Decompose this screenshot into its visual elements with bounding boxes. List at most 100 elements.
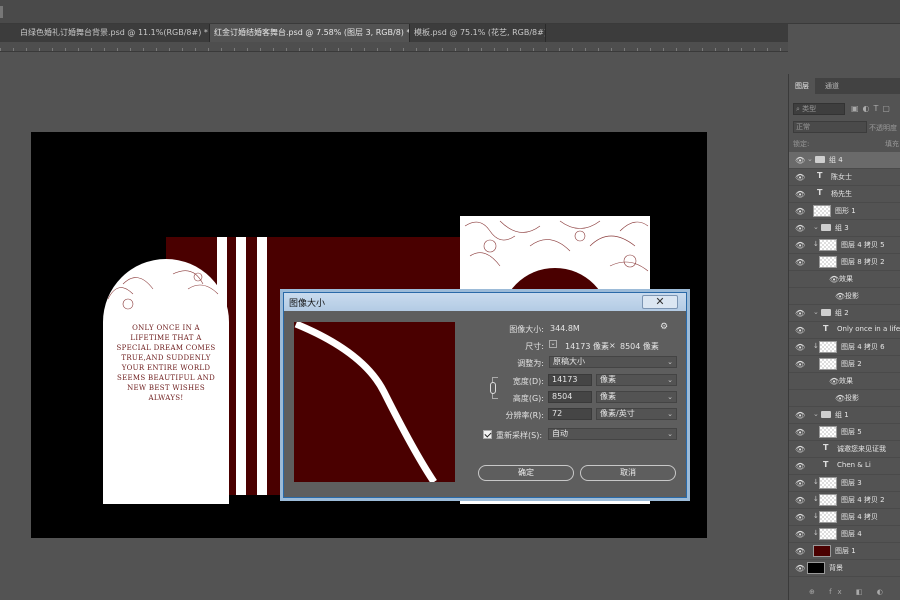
layer-row[interactable]: 👁 ↓ 图层 3 bbox=[789, 475, 900, 492]
resolution-label: 分辨率(R): bbox=[505, 411, 545, 420]
chevron-down-icon: ⌄ bbox=[667, 393, 673, 401]
clip-arrow-icon: ↓ bbox=[813, 240, 819, 248]
layer-row[interactable]: 👁 ⌄ 组 4 bbox=[789, 152, 900, 169]
text-layer-icon: T bbox=[823, 443, 829, 452]
eye-icon[interactable]: 👁 bbox=[795, 241, 805, 250]
eye-icon[interactable]: 👁 bbox=[795, 428, 805, 437]
blend-mode-select[interactable]: 正常 bbox=[793, 121, 867, 133]
chevron-down-icon[interactable]: ⌄ bbox=[807, 155, 813, 163]
layer-row[interactable]: 👁 ↓ 图层 4 拷贝 6 bbox=[789, 339, 900, 356]
folder-icon bbox=[821, 411, 831, 418]
eye-icon[interactable]: 👁 bbox=[835, 394, 845, 403]
layer-row[interactable]: 👁 投影 bbox=[789, 288, 900, 305]
tab-document-3[interactable]: 模板.psd @ 75.1% (花艺, RGB/8#) * bbox=[410, 24, 546, 42]
layer-row[interactable]: 👁 效果 bbox=[789, 373, 900, 390]
eye-icon[interactable]: 👁 bbox=[795, 156, 805, 165]
layer-filter-input[interactable]: ⌕ 类型 bbox=[793, 103, 845, 115]
eye-icon[interactable]: 👁 bbox=[795, 462, 805, 471]
eye-icon[interactable]: 👁 bbox=[795, 309, 805, 318]
height-input[interactable]: 8504 bbox=[548, 391, 592, 403]
eye-icon[interactable]: 👁 bbox=[795, 564, 805, 573]
lock-label: 锁定: bbox=[793, 140, 810, 148]
eye-icon[interactable]: 👁 bbox=[795, 513, 805, 522]
layer-row[interactable]: 👁 背景 bbox=[789, 560, 900, 577]
layer-row[interactable]: 👁 ↓ 图层 4 拷贝 5 bbox=[789, 237, 900, 254]
eye-icon[interactable]: 👁 bbox=[829, 377, 839, 386]
width-input[interactable]: 14173 bbox=[548, 374, 592, 386]
gear-icon[interactable]: ⚙ bbox=[660, 322, 668, 332]
layer-row[interactable]: 👁 图层 1 bbox=[789, 543, 900, 560]
resample-select[interactable]: 自动 ⌄ bbox=[548, 428, 677, 440]
tab-channels[interactable]: 通道 bbox=[819, 78, 845, 94]
resolution-unit-select[interactable]: 像素/英寸 ⌄ bbox=[596, 408, 677, 420]
layer-row[interactable]: 👁 图层 8 拷贝 2 bbox=[789, 254, 900, 271]
layer-row[interactable]: 👁 效果 bbox=[789, 271, 900, 288]
width-unit-select[interactable]: 像素 ⌄ bbox=[596, 374, 677, 386]
chevron-down-icon[interactable]: ⌄ bbox=[813, 410, 819, 418]
layer-row[interactable]: 👁 T Chen & Li bbox=[789, 458, 900, 475]
options-bar bbox=[0, 0, 900, 24]
close-button[interactable]: ✕ bbox=[642, 295, 678, 309]
layer-thumbnail bbox=[819, 341, 837, 353]
chevron-down-icon[interactable]: ⌄ bbox=[813, 308, 819, 316]
chevron-down-icon[interactable]: ⌄ bbox=[813, 223, 819, 231]
fit-to-select[interactable]: 原稿大小 ⌄ bbox=[549, 356, 677, 368]
eye-icon[interactable]: 👁 bbox=[795, 445, 805, 454]
tab-document-1[interactable]: 白绿色婚礼订婚舞台背景.psd @ 11.1%(RGB/8#) * bbox=[16, 24, 210, 42]
eye-icon[interactable]: 👁 bbox=[795, 411, 805, 420]
layer-row[interactable]: 👁 ⌄ 组 2 bbox=[789, 305, 900, 322]
cancel-button[interactable]: 取消 bbox=[580, 465, 676, 481]
eye-icon[interactable]: 👁 bbox=[795, 360, 805, 369]
eye-icon[interactable]: 👁 bbox=[795, 258, 805, 267]
eye-icon[interactable]: 👁 bbox=[795, 530, 805, 539]
resample-value: 自动 bbox=[552, 429, 568, 438]
eye-icon[interactable]: 👁 bbox=[795, 207, 805, 216]
layer-name: 图层 4 拷贝 bbox=[841, 513, 878, 521]
layer-name: 效果 bbox=[839, 275, 853, 283]
filter-icons[interactable]: ▣◐T▢ bbox=[851, 104, 894, 113]
horizontal-ruler bbox=[0, 42, 788, 52]
layer-name: 组 4 bbox=[829, 156, 843, 164]
layer-row[interactable]: 👁 投影 bbox=[789, 390, 900, 407]
eye-icon[interactable]: 👁 bbox=[795, 479, 805, 488]
layer-name: 图层 4 拷贝 5 bbox=[841, 241, 885, 249]
chevron-down-icon[interactable]: ⌄ bbox=[549, 340, 557, 348]
width-unit-value: 像素 bbox=[600, 375, 616, 384]
layer-row[interactable]: 👁 ↓ 图层 4 拷贝 bbox=[789, 509, 900, 526]
tab-document-2[interactable]: 红金订婚结婚客舞台.psd @ 7.58% (图层 3, RGB/8) * bbox=[210, 24, 410, 42]
eye-icon[interactable]: 👁 bbox=[829, 275, 839, 284]
layer-row[interactable]: 👁 T 陈女士 bbox=[789, 169, 900, 186]
layer-name: 投影 bbox=[845, 394, 859, 402]
options-bar-handle[interactable] bbox=[0, 6, 3, 18]
layer-row[interactable]: 👁 ⌄ 组 1 bbox=[789, 407, 900, 424]
height-unit-select[interactable]: 像素 ⌄ bbox=[596, 391, 677, 403]
eye-icon[interactable]: 👁 bbox=[795, 326, 805, 335]
eye-icon[interactable]: 👁 bbox=[795, 343, 805, 352]
resample-checkbox[interactable] bbox=[483, 430, 492, 439]
eye-icon[interactable]: 👁 bbox=[795, 547, 805, 556]
resolution-input[interactable]: 72 bbox=[548, 408, 592, 420]
layer-row[interactable]: 👁 ↓ 图层 4 bbox=[789, 526, 900, 543]
dialog-title-bar[interactable]: 图像大小 ✕ bbox=[284, 293, 686, 311]
layer-row[interactable]: 👁 图层 5 bbox=[789, 424, 900, 441]
dialog-title: 图像大小 bbox=[289, 299, 326, 309]
eye-icon[interactable]: 👁 bbox=[795, 496, 805, 505]
eye-icon[interactable]: 👁 bbox=[795, 224, 805, 233]
layer-thumbnail bbox=[819, 528, 837, 540]
eye-icon[interactable]: 👁 bbox=[795, 173, 805, 182]
layer-row[interactable]: 👁 ⌄ 组 3 bbox=[789, 220, 900, 237]
white-stripe bbox=[236, 237, 246, 495]
eye-icon[interactable]: 👁 bbox=[835, 292, 845, 301]
panel-footer-icons[interactable]: ⊕ fx ◧ ◐ ▭ ⊞ 🗑 bbox=[789, 584, 900, 600]
layer-row[interactable]: 👁 T Only once in a life bbox=[789, 322, 900, 339]
tab-layers[interactable]: 图层 bbox=[789, 78, 815, 94]
layer-row[interactable]: 👁 图形 1 bbox=[789, 203, 900, 220]
layer-row[interactable]: 👁 T 诚邀您来见证我 bbox=[789, 441, 900, 458]
layer-row[interactable]: 👁 ↓ 图层 4 拷贝 2 bbox=[789, 492, 900, 509]
ok-button[interactable]: 确定 bbox=[478, 465, 574, 481]
layer-thumbnail bbox=[819, 511, 837, 523]
image-preview[interactable] bbox=[294, 322, 455, 482]
layer-row[interactable]: 👁 T 杨先生 bbox=[789, 186, 900, 203]
layer-row[interactable]: 👁 图层 2 bbox=[789, 356, 900, 373]
eye-icon[interactable]: 👁 bbox=[795, 190, 805, 199]
